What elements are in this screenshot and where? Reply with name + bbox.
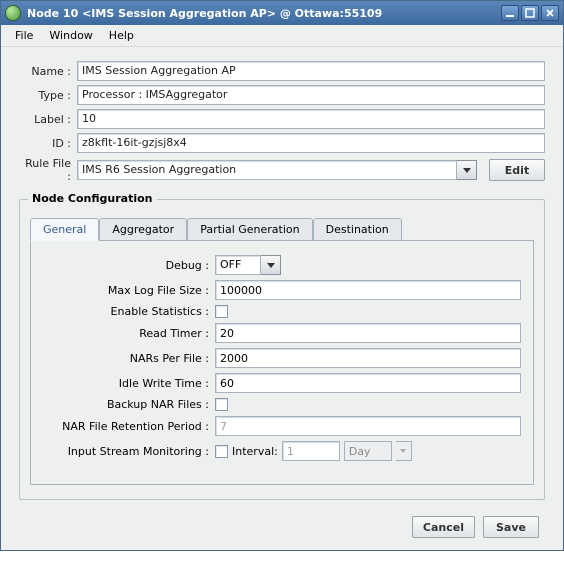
type-field: Processor : IMSAggregator [77, 85, 545, 105]
close-button[interactable] [541, 5, 559, 21]
type-label: Type : [19, 89, 77, 102]
monitor-interval-input [282, 441, 340, 461]
minimize-icon [505, 8, 515, 18]
tab-partial-generation[interactable]: Partial Generation [187, 218, 312, 240]
rulefile-label: Rule File : [19, 157, 77, 183]
maxlog-label: Max Log File Size : [43, 284, 215, 297]
id-label: ID : [19, 137, 77, 150]
readtimer-input[interactable] [215, 323, 521, 343]
label-label: Label : [19, 113, 77, 126]
stats-checkbox[interactable] [215, 305, 228, 318]
save-button[interactable]: Save [483, 516, 539, 538]
menu-file[interactable]: File [7, 27, 41, 44]
cancel-button[interactable]: Cancel [412, 516, 475, 538]
readtimer-label: Read Timer : [43, 327, 215, 340]
chevron-down-icon [267, 263, 275, 268]
tab-general[interactable]: General [30, 218, 99, 241]
titlebar[interactable]: Node 10 <IMS Session Aggregation AP> @ O… [1, 1, 563, 25]
backup-checkbox[interactable] [215, 398, 228, 411]
node-properties-window: Node 10 <IMS Session Aggregation AP> @ O… [0, 0, 564, 551]
tab-aggregator[interactable]: Aggregator [99, 218, 187, 240]
maximize-button[interactable] [521, 5, 539, 21]
tab-destination[interactable]: Destination [313, 218, 402, 240]
edit-button[interactable]: Edit [489, 159, 545, 181]
app-icon [5, 5, 21, 21]
minimize-button[interactable] [501, 5, 519, 21]
dialog-buttons: Cancel Save [19, 516, 545, 538]
maximize-icon [525, 8, 535, 18]
stats-label: Enable Statistics : [43, 305, 215, 318]
retention-input [215, 416, 521, 436]
monitor-unit-combo: Day [344, 441, 392, 461]
debug-dropdown-button[interactable] [261, 255, 281, 275]
idle-input[interactable] [215, 373, 521, 393]
rulefile-combo[interactable]: IMS R6 Session Aggregation [77, 160, 457, 180]
menu-window[interactable]: Window [41, 27, 100, 44]
rulefile-dropdown-button[interactable] [457, 160, 477, 180]
tab-body-general: Debug : OFF Max Log File Size : Enable S… [30, 240, 534, 485]
chevron-down-icon [463, 168, 471, 173]
close-icon [545, 8, 555, 18]
idle-label: Idle Write Time : [43, 377, 215, 390]
monitor-label: Input Stream Monitoring : [43, 445, 215, 458]
debug-combo[interactable]: OFF [215, 255, 261, 275]
chevron-down-icon [400, 449, 406, 453]
monitor-checkbox[interactable] [215, 445, 228, 458]
backup-label: Backup NAR Files : [43, 398, 215, 411]
node-configuration-section: Node Configuration General Aggregator Pa… [19, 199, 545, 500]
nars-label: NARs Per File : [43, 352, 215, 365]
window-title: Node 10 <IMS Session Aggregation AP> @ O… [27, 7, 499, 20]
nars-input[interactable] [215, 348, 521, 368]
debug-label: Debug : [43, 259, 215, 272]
name-label: Name : [19, 65, 77, 78]
label-field: 10 [77, 109, 545, 129]
content-area: Name : IMS Session Aggregation AP Type :… [1, 47, 563, 550]
retention-label: NAR File Retention Period : [43, 420, 215, 433]
name-field: IMS Session Aggregation AP [77, 61, 545, 81]
id-field: z8kflt-16it-gzjsj8x4 [77, 133, 545, 153]
monitor-interval-label: Interval: [232, 445, 278, 458]
maxlog-input[interactable] [215, 280, 521, 300]
tab-bar: General Aggregator Partial Generation De… [30, 218, 534, 241]
monitor-unit-dropdown-button [396, 441, 412, 461]
section-title: Node Configuration [28, 192, 157, 205]
menu-help[interactable]: Help [101, 27, 142, 44]
menubar: File Window Help [1, 25, 563, 47]
